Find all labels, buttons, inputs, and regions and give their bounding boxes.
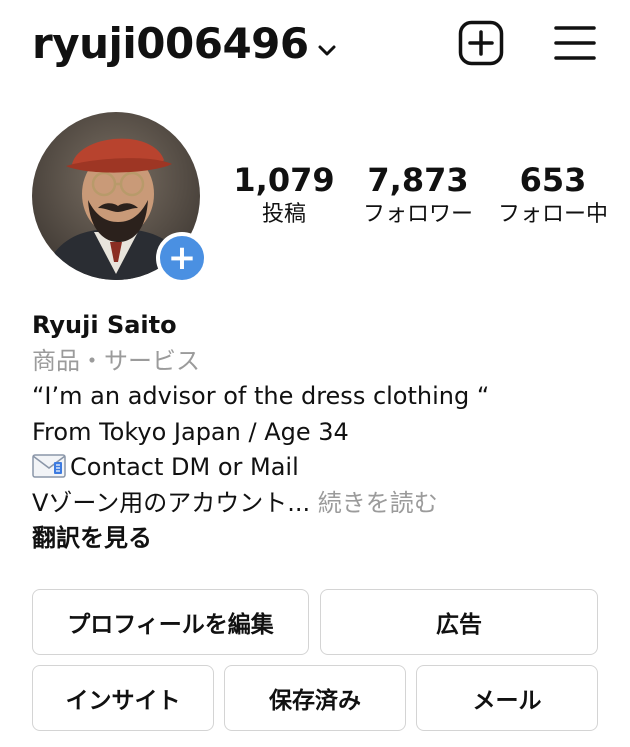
email-label: メール xyxy=(472,688,542,714)
read-more-link[interactable]: 続きを読む xyxy=(318,489,438,517)
email-button[interactable]: メール xyxy=(416,665,598,731)
bio-line-3: Contact DM or Mail xyxy=(32,450,612,486)
ads-label: 広告 xyxy=(436,612,482,638)
following-count-label: フォロー中 xyxy=(497,202,608,227)
category-label: 商品・サービス xyxy=(32,346,200,375)
display-name: Ryuji Saito xyxy=(32,311,177,339)
new-post-button[interactable] xyxy=(458,20,504,70)
followers-count-value: 7,873 xyxy=(367,161,469,199)
posts-count-value: 1,079 xyxy=(233,161,335,199)
bio-line-2: From Tokyo Japan / Age 34 xyxy=(32,417,349,446)
insights-button[interactable]: インサイト xyxy=(32,665,214,731)
truncated-bio-text: Vゾーン用のアカウント... xyxy=(32,488,311,517)
profile-topbar: ryuji006496 xyxy=(32,10,598,74)
envelope-emoji-icon xyxy=(32,453,66,478)
ads-button[interactable]: 広告 xyxy=(320,589,598,655)
profile-bio: Ryuji Saito 商品・サービス “I’m an advisor of t… xyxy=(32,308,612,557)
following-count-value: 653 xyxy=(519,161,587,199)
profile-avatar-area: + xyxy=(32,112,208,284)
edit-profile-button[interactable]: プロフィールを編集 xyxy=(32,589,309,655)
posts-count-label: 投稿 xyxy=(261,202,306,227)
followers-count[interactable]: 7,873 フォロワー xyxy=(356,160,480,230)
contact-text: Contact DM or Mail xyxy=(70,453,299,481)
saved-button[interactable]: 保存済み xyxy=(224,665,406,731)
bio-line-1: “I’m an advisor of the dress clothing “ xyxy=(32,382,490,410)
saved-label: 保存済み xyxy=(269,688,361,714)
hamburger-menu-icon xyxy=(552,26,598,70)
followers-count-label: フォロワー xyxy=(362,202,473,227)
plus-square-icon xyxy=(458,20,504,70)
bio-line-4: Vゾーン用のアカウント... 続きを読む xyxy=(32,486,612,522)
plus-icon: + xyxy=(167,238,197,278)
following-count[interactable]: 653 フォロー中 xyxy=(494,160,612,230)
see-translation-link[interactable]: 翻訳を見る xyxy=(32,521,612,557)
account-switcher[interactable]: ryuji006496 xyxy=(32,20,337,68)
insights-label: インサイト xyxy=(65,688,181,714)
profile-stats: 1,079 投稿 7,873 フォロワー 653 フォロー中 xyxy=(232,160,622,240)
menu-button[interactable] xyxy=(552,20,598,70)
posts-count[interactable]: 1,079 投稿 xyxy=(232,160,336,230)
chevron-down-icon xyxy=(317,20,337,68)
edit-profile-label: プロフィールを編集 xyxy=(67,612,274,638)
username-label: ryuji006496 xyxy=(32,19,309,68)
add-story-button[interactable]: + xyxy=(156,232,208,284)
